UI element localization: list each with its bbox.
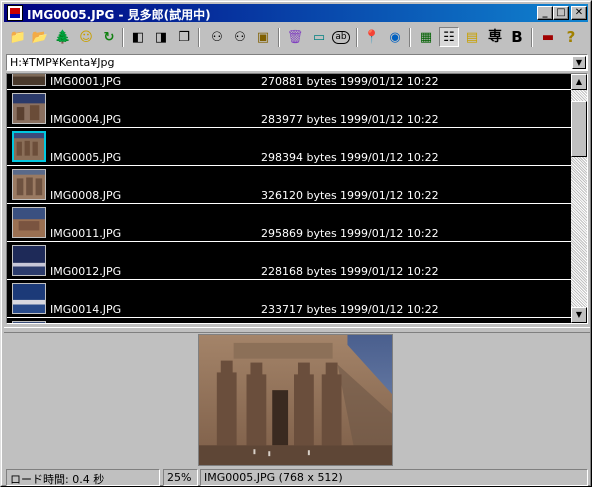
toolbar-separator: [198, 28, 200, 47]
thumbnail: [12, 93, 46, 124]
large-icons-view-icon[interactable]: ▦: [416, 27, 436, 47]
thumbnail: [12, 283, 46, 314]
title-bar[interactable]: IMG0005.JPG - 見多郎(試用中) _ □ ✕: [4, 4, 588, 22]
globe-icon[interactable]: ◉: [385, 27, 405, 47]
prev-page-icon[interactable]: ◧: [128, 27, 148, 47]
smiley-icon[interactable]: ☺: [76, 27, 96, 47]
file-row[interactable]: IMG0011.JPG 295869 bytes 1999/01/12 10:2…: [7, 204, 573, 242]
card-icon[interactable]: ▭: [309, 27, 329, 47]
scroll-up-button[interactable]: ▲: [571, 74, 587, 90]
tree-icon[interactable]: 🌲: [53, 27, 73, 47]
file-row[interactable]: IMG0001.JPG 270881 bytes 1999/01/12 10:2…: [7, 74, 573, 90]
file-row[interactable]: IMG0008.JPG 326120 bytes 1999/01/12 10:2…: [7, 166, 573, 204]
copy-page-icon[interactable]: ❐: [174, 27, 194, 47]
file-date: 1999/01/12 10:22: [340, 303, 439, 316]
thumbnail: [12, 169, 46, 200]
file-size: 326120 bytes: [261, 189, 337, 202]
scroll-down-button[interactable]: ▼: [571, 307, 587, 323]
thumbnail: [12, 74, 46, 86]
file-row[interactable]: IMG0005.JPG 298394 bytes 1999/01/12 10:2…: [7, 128, 573, 166]
file-size: 228168 bytes: [261, 265, 337, 278]
slideshow-icon[interactable]: ▬: [538, 27, 558, 47]
file-name: IMG0014.JPG: [50, 303, 122, 316]
minimize-button[interactable]: _: [537, 6, 553, 20]
app-window: IMG0005.JPG - 見多郎(試用中) _ □ ✕ 📁 📂 🌲 ☺ ↻ ◧…: [0, 0, 592, 487]
status-bar: ロード時間: 0.4 秒 25% IMG0005.JPG (768 x 512): [4, 468, 590, 486]
window-title: IMG0005.JPG - 見多郎(試用中): [27, 8, 211, 22]
status-zoom: 25%: [163, 469, 198, 486]
file-row[interactable]: IMG0012.JPG 228168 bytes 1999/01/12 10:2…: [7, 242, 573, 280]
file-size: 298394 bytes: [261, 151, 337, 164]
trash-icon[interactable]: 🗑: [285, 27, 305, 47]
ab-icon[interactable]: ab: [332, 31, 350, 44]
pin-icon[interactable]: 📍: [362, 27, 382, 47]
window-frame: IMG0005.JPG - 見多郎(試用中) _ □ ✕ 📁 📂 🌲 ☺ ↻ ◧…: [1, 1, 591, 486]
temple-image: [199, 335, 392, 465]
file-name: IMG0005.JPG: [50, 151, 122, 164]
thumbnail: [12, 207, 46, 238]
binoculars-find-next-icon[interactable]: ⚇: [230, 27, 250, 47]
file-date: 1999/01/12 10:22: [340, 227, 439, 240]
image-preview[interactable]: [198, 334, 393, 466]
file-name: IMG0001.JPG: [50, 75, 122, 88]
details-view-icon[interactable]: ☷: [439, 27, 459, 47]
file-list-rows: IMG0001.JPG 270881 bytes 1999/01/12 10:2…: [7, 74, 573, 323]
thumbnail-selected: [12, 131, 46, 162]
file-date: 1999/01/12 10:22: [340, 113, 439, 126]
open-folder-icon[interactable]: 📂: [30, 27, 50, 47]
file-list[interactable]: IMG0001.JPG 270881 bytes 1999/01/12 10:2…: [6, 73, 588, 324]
toolbar-separator: [278, 28, 280, 47]
close-button[interactable]: ✕: [571, 6, 587, 20]
help-icon[interactable]: ?: [561, 27, 581, 47]
scroll-thumb[interactable]: [571, 101, 587, 157]
senyo-icon[interactable]: 専: [485, 27, 505, 47]
status-load-time: ロード時間: 0.4 秒: [6, 469, 160, 486]
toolbar-separator: [122, 28, 124, 47]
folder-up-icon[interactable]: 📁: [8, 27, 28, 47]
file-name: IMG0011.JPG: [50, 227, 122, 240]
vertical-scrollbar[interactable]: ▲ ▼: [571, 74, 587, 323]
thumbnail: [12, 321, 46, 323]
toolbar-separator: [409, 28, 411, 47]
file-size: 283977 bytes: [261, 113, 337, 126]
color-view-icon[interactable]: ▤: [462, 27, 482, 47]
maximize-button[interactable]: □: [553, 6, 569, 20]
file-name: IMG0008.JPG: [50, 189, 122, 202]
file-row[interactable]: IMG0004.JPG 283977 bytes 1999/01/12 10:2…: [7, 90, 573, 128]
bold-icon[interactable]: B: [507, 27, 527, 47]
file-date: 1999/01/12 10:22: [340, 189, 439, 202]
refresh-icon[interactable]: ↻: [99, 27, 119, 47]
file-size: 233717 bytes: [261, 303, 337, 316]
path-combobox[interactable]: H:¥TMP¥Kenta¥Jpg ▼: [6, 54, 588, 71]
app-icon[interactable]: [7, 5, 23, 21]
thumbnail: [12, 245, 46, 276]
path-input[interactable]: H:¥TMP¥Kenta¥Jpg: [10, 56, 114, 69]
pane-splitter[interactable]: [4, 327, 590, 333]
file-name: IMG0004.JPG: [50, 113, 122, 126]
binoculars-icon[interactable]: ⚇: [207, 27, 227, 47]
file-date: 1999/01/12 10:22: [340, 265, 439, 278]
file-row[interactable]: [7, 318, 573, 323]
next-page-icon[interactable]: ◨: [151, 27, 171, 47]
file-date: 1999/01/12 10:22: [340, 75, 439, 88]
toolbar: 📁 📂 🌲 ☺ ↻ ◧ ◨ ❐ ⚇ ⚇ ▣ 🗑 ▭ ab 📍 ◉ ▦ ☷ ▤ 専…: [4, 25, 588, 51]
toolbar-separator: [531, 28, 533, 47]
monitor-icon[interactable]: ▣: [253, 27, 273, 47]
file-row[interactable]: IMG0014.JPG 233717 bytes 1999/01/12 10:2…: [7, 280, 573, 318]
file-size: 270881 bytes: [261, 75, 337, 88]
file-date: 1999/01/12 10:22: [340, 151, 439, 164]
file-name: IMG0012.JPG: [50, 265, 122, 278]
file-size: 295869 bytes: [261, 227, 337, 240]
chevron-down-icon[interactable]: ▼: [572, 56, 586, 69]
toolbar-separator: [356, 28, 358, 47]
status-image-info: IMG0005.JPG (768 x 512): [200, 469, 588, 486]
